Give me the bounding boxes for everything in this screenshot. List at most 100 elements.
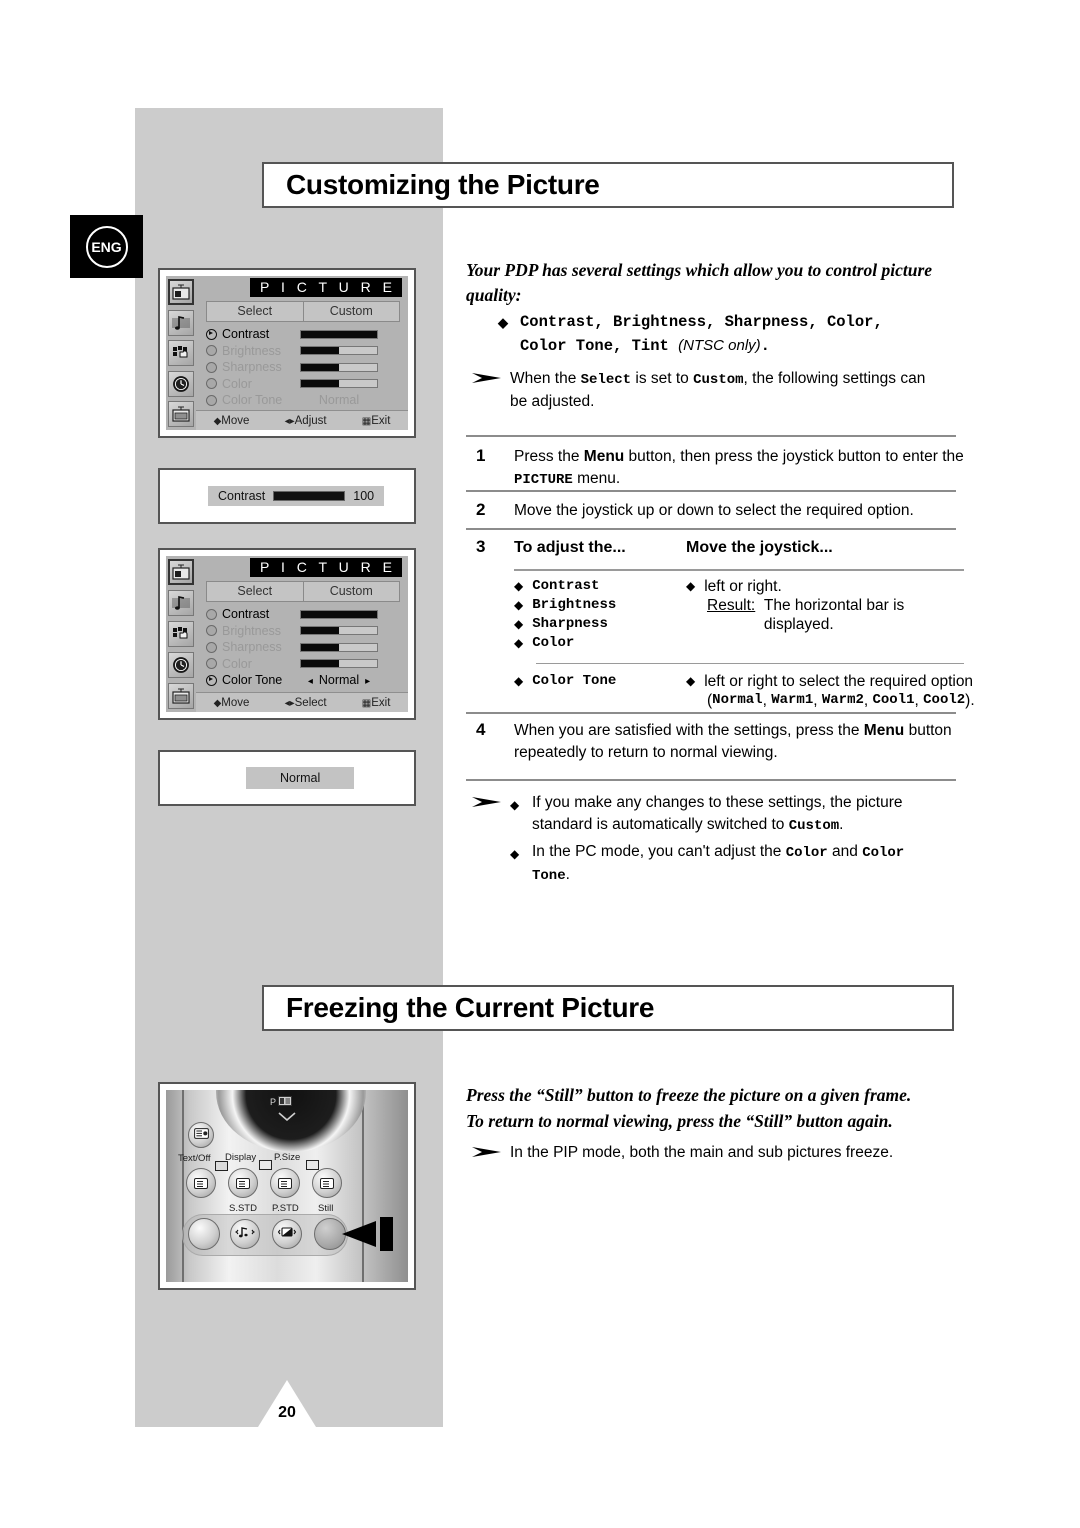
osd-item-brightness[interactable]: Brightness [206,623,402,640]
step-number: 2 [476,500,486,519]
osd-item-contrast[interactable]: Contrast [206,606,402,623]
osd-item-contrast[interactable]: Contrast [206,326,402,343]
osd-item-bar[interactable] [300,379,378,389]
label-p-size: P.Size [274,1152,301,1163]
menu-icon: ▦ [361,697,372,709]
osd-item-bar[interactable] [300,609,378,619]
step-text: Press the Menu button, then press the jo… [514,448,964,488]
divider [466,712,956,714]
teletext-lines-icon [194,1177,208,1189]
osd-item-bar[interactable] [300,346,378,356]
osd-footer-adjust: ◂▸Adjust [284,414,327,427]
left-arrow-icon[interactable]: ◂ [302,676,319,687]
step-2: 2 Move the joystick up or down to select… [476,500,966,522]
osd-contrast-bar [273,491,346,501]
osd-item-color[interactable]: Color [206,376,402,393]
note-arrow-icon [470,1142,510,1165]
table-group-1: ◆ Contrast ◆ Brightness ◆ Sharpness ◆ Color … [514,577,964,653]
osd-normal-value: Normal [280,771,321,785]
osd-footer-exit: ▦Exit [361,696,391,709]
s-std-button[interactable] [230,1219,260,1249]
table-header-row: To adjust the... Move the joystick... [514,537,964,559]
exit-icon [320,1177,334,1189]
osd-item-color-tone[interactable]: Color Tone ◂ Normal ▸ [206,672,402,689]
selection-knob-icon [206,608,217,620]
section-title-customizing-text: Customizing the Picture [286,169,600,200]
osd-item-label: Contrast [222,607,270,622]
p-size-button[interactable] [270,1168,300,1198]
language-badge: ENG [70,215,143,278]
osd-items-2: Contrast Brightness Sharpness Color Colo… [200,606,402,692]
osd-normal-readout: Normal [246,767,355,789]
osd-contrast-label: Contrast [218,489,266,503]
osd-item-color[interactable]: Color [206,656,402,673]
divider [466,528,956,530]
p-size-icon [278,1177,292,1189]
osd-item-sharpness[interactable]: Sharpness [206,639,402,656]
osd-body-1: P I C T U R E Select Custom Contrast Bri… [196,276,408,430]
text-off-button-upper[interactable] [188,1122,214,1148]
osd-select-row-2[interactable]: Select Custom [206,581,400,602]
table-row-options: (Normal, Warm1, Warm2, Cool1, Cool2). [707,692,975,709]
osd-footer-select: ◂▸Select [284,696,327,709]
remote-edge-right [362,1090,364,1282]
step-text: When you are satisfied with the settings… [514,722,952,761]
osd-select-label-1: Select [207,302,304,321]
page-number-text: 20 [278,1404,296,1421]
right-arrow-icon[interactable]: ▸ [359,676,376,687]
label-still: Still [318,1203,334,1214]
osd-sidebar-2 [166,556,196,712]
divider [466,435,956,437]
table-row: ◆ Brightness [514,596,617,613]
feature-bullet-line2: Color Tone, Tint (NTSC only). [520,337,770,355]
text-off-button[interactable] [186,1168,216,1198]
exit-button[interactable] [312,1168,342,1198]
osd-item-bar[interactable] [300,642,378,652]
osd-item-label: Brightness [222,343,282,358]
osd-item-label: Brightness [222,623,282,638]
osd-item-color-tone[interactable]: Color Tone Normal [206,392,402,409]
osd-item-brightness[interactable]: Brightness [206,343,402,360]
step-number: 4 [476,720,486,739]
table-group-2: ◆ Color Tone ◆ left or right to select the… [514,672,975,710]
setup-icon [168,340,194,366]
mute-button[interactable] [188,1218,220,1250]
osd-item-bar[interactable] [300,626,378,636]
osd-item-bar[interactable] [300,362,378,372]
osd-item-bar[interactable] [300,659,378,669]
left-right-arrow-icon: ◂▸ [284,415,295,427]
osd-item-sharpness[interactable]: Sharpness [206,359,402,376]
osd-footer-exit: ▦Exit [361,414,391,427]
note-bullet-1: ◆ If you make any changes to these setti… [510,792,940,837]
bullet-diamond-icon: ◆ [686,578,696,593]
table-row: ◆ left or right. [686,577,782,595]
result-text: The horizontal bar is displayed. [763,596,905,633]
bullet-diamond-icon: ◆ [514,635,524,650]
picture-standard-icon [277,1225,297,1244]
selection-knob-icon [206,361,217,373]
osd-select-row-1[interactable]: Select Custom [206,301,400,322]
freeze-intro-line-2: To return to normal viewing, press the “… [466,1111,893,1131]
selection-knob-icon [206,394,217,406]
display-button[interactable] [228,1168,258,1198]
figure-contrast-bar: Contrast 100 [158,468,416,524]
bullet-diamond-icon: ◆ [514,616,524,631]
menu-icon: ▦ [361,415,372,427]
step-1: 1 Press the Menu button, then press the … [476,446,966,491]
note-select-custom: When the Select is set to Custom, the fo… [470,368,960,413]
table-group-2-action: ◆ left or right to select the required op… [686,672,975,710]
bullet-diamond-icon: ◆ [498,315,508,330]
osd-item-label: Sharpness [222,640,282,655]
selection-knob-icon [206,641,217,653]
divider [514,569,964,571]
bullet-diamond-icon: ◆ [514,674,524,688]
step-3: 3 To adjust the... Move the joystick... … [476,537,975,710]
column-header-adjust: To adjust the... [514,539,626,556]
selection-knob-icon [206,674,217,686]
picture-mute-icon [215,1161,228,1171]
osd-item-label: Color Tone [222,673,283,688]
selection-knob-icon [206,658,217,670]
p-std-button[interactable] [272,1219,302,1249]
note-bullet-1-text: If you make any changes to these setting… [532,794,903,834]
osd-item-bar[interactable] [300,329,378,339]
